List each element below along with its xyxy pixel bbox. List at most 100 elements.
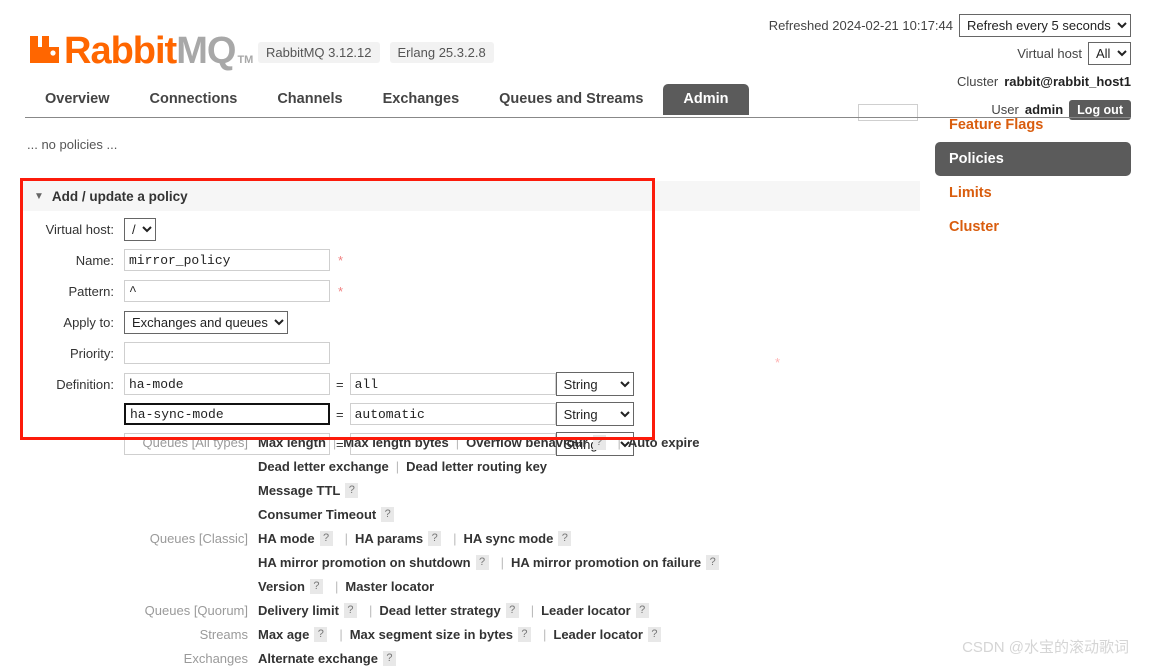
help-icon[interactable]: ? — [309, 579, 323, 594]
hint-max-length-bytes[interactable]: Max length bytes — [343, 432, 448, 453]
help-icon[interactable]: ? — [314, 627, 328, 642]
hint-items: Message TTL ? — [258, 480, 363, 501]
background-input-fragment — [858, 104, 918, 121]
definition-value-input-1[interactable] — [349, 373, 556, 395]
rabbit-logo-icon — [28, 32, 62, 66]
hint-items: Version ? | Master locator — [258, 576, 434, 597]
hint-category-streams: Streams — [199, 627, 248, 642]
hint-max-length[interactable]: Max length — [258, 432, 326, 453]
name-field-label: Name: — [75, 252, 114, 268]
policy-name-input[interactable] — [124, 249, 330, 271]
hint-message-ttl[interactable]: Message TTL — [258, 480, 340, 501]
hint-max-age[interactable]: Max age — [258, 624, 309, 645]
hint-items: Consumer Timeout ? — [258, 504, 399, 525]
help-icon[interactable]: ? — [319, 531, 333, 546]
hint-ha-params[interactable]: HA params — [355, 528, 423, 549]
brand-logo[interactable]: RabbitMQ TM — [28, 20, 253, 70]
help-icon[interactable]: ? — [558, 531, 572, 546]
hint-dead-letter-exchange[interactable]: Dead letter exchange — [258, 456, 389, 477]
definition-ghost-required-marker: * — [775, 355, 781, 370]
hint-row: Version ? | Master locator — [120, 576, 950, 597]
hint-ha-mirror-promotion-on-shutdown[interactable]: HA mirror promotion on shutdown — [258, 552, 471, 573]
vhost-select[interactable]: All — [1088, 42, 1131, 65]
refresh-row: Refreshed 2024-02-21 10:17:44 Refresh ev… — [769, 14, 1131, 37]
sidebar-item-limits[interactable]: Limits — [935, 176, 1131, 210]
hint-ha-sync-mode[interactable]: HA sync mode — [464, 528, 554, 549]
help-icon[interactable]: ? — [345, 483, 359, 498]
sidebar-item-feature-flags[interactable]: Feature Flags — [935, 108, 1131, 142]
refresh-interval-select[interactable]: Refresh every 5 seconds — [959, 14, 1131, 37]
sidebar-item-cluster[interactable]: Cluster — [935, 210, 1131, 244]
help-icon[interactable]: ? — [381, 507, 395, 522]
definition-key-input-1[interactable] — [124, 373, 330, 395]
policy-priority-input[interactable] — [124, 342, 330, 364]
vhost-row: Virtual host All — [769, 42, 1131, 65]
hint-row: Dead letter exchange | Dead letter routi… — [120, 456, 950, 477]
hint-leader-locator-quorum[interactable]: Leader locator — [541, 600, 631, 621]
help-icon[interactable]: ? — [505, 603, 519, 618]
help-icon[interactable]: ? — [647, 627, 661, 642]
tab-admin[interactable]: Admin — [663, 84, 749, 115]
name-required-marker: * — [338, 252, 344, 268]
policy-vhost-select[interactable]: / — [124, 217, 156, 241]
tab-connections[interactable]: Connections — [129, 84, 258, 115]
hint-separator: | — [395, 459, 400, 474]
hint-separator: | — [332, 435, 337, 450]
help-icon[interactable]: ? — [475, 555, 489, 570]
collapse-caret-icon[interactable]: ▼ — [34, 191, 44, 202]
hint-separator: | — [530, 603, 535, 618]
help-icon[interactable]: ? — [592, 435, 606, 450]
hint-master-locator[interactable]: Master locator — [345, 576, 434, 597]
hint-dead-letter-strategy[interactable]: Dead letter strategy — [379, 600, 500, 621]
definition-type-select-1[interactable]: String — [555, 372, 634, 396]
hint-items: HA mirror promotion on shutdown ? | HA m… — [258, 552, 724, 573]
brand-name-secondary: MQ — [176, 30, 236, 72]
definition-value-input-2[interactable] — [349, 403, 556, 425]
hint-separator: | — [368, 603, 373, 618]
help-icon[interactable]: ? — [635, 603, 649, 618]
hint-separator: | — [455, 435, 460, 450]
hint-items: HA mode ? | HA params ? | HA sync mode ? — [258, 528, 576, 549]
hint-category-queues-quorum: Queues [Quorum] — [144, 603, 248, 618]
hint-max-segment-size-in-bytes[interactable]: Max segment size in bytes — [350, 624, 513, 645]
hint-category-exchanges: Exchanges — [183, 651, 248, 666]
hint-version[interactable]: Version — [258, 576, 305, 597]
help-icon[interactable]: ? — [706, 555, 720, 570]
help-icon[interactable]: ? — [517, 627, 531, 642]
policy-pattern-input[interactable] — [124, 280, 330, 302]
no-policies-message: ... no policies ... — [27, 137, 118, 152]
help-icon[interactable]: ? — [343, 603, 357, 618]
help-icon[interactable]: ? — [382, 651, 396, 666]
hint-separator: | — [453, 531, 457, 546]
hint-separator: | — [542, 627, 547, 642]
hint-leader-locator-streams[interactable]: Leader locator — [553, 624, 643, 645]
hint-row: Queues [Quorum] Delivery limit ? | Dead … — [120, 600, 950, 621]
definition-key-input-2[interactable] — [124, 403, 330, 425]
definition-type-select-2[interactable]: String — [555, 402, 634, 426]
brand-name-primary: Rabbit — [64, 30, 177, 72]
form-row-definition-1: Definition: = String — [22, 371, 662, 397]
tab-overview[interactable]: Overview — [25, 84, 130, 115]
tab-channels[interactable]: Channels — [257, 84, 363, 115]
hint-items: Delivery limit ? | Dead letter strategy … — [258, 600, 654, 621]
hint-auto-expire[interactable]: Auto expire — [628, 432, 700, 453]
hint-row: Queues [Classic] HA mode ? | HA params ?… — [120, 528, 950, 549]
refreshed-timestamp: Refreshed 2024-02-21 10:17:44 — [768, 18, 953, 33]
tab-exchanges[interactable]: Exchanges — [362, 84, 480, 115]
hint-overflow-behaviour[interactable]: Overflow behaviour — [466, 432, 587, 453]
hint-row: Message TTL ? — [120, 480, 950, 501]
hint-consumer-timeout[interactable]: Consumer Timeout — [258, 504, 376, 525]
policy-form: Virtual host: / Name: * Pattern: * Apply… — [22, 216, 662, 461]
sidebar-item-policies[interactable]: Policies — [935, 142, 1131, 176]
hint-separator: | — [617, 435, 621, 450]
policy-apply-to-select[interactable]: Exchanges and queues — [124, 310, 288, 334]
hint-delivery-limit[interactable]: Delivery limit — [258, 600, 339, 621]
help-icon[interactable]: ? — [428, 531, 442, 546]
hint-dead-letter-routing-key[interactable]: Dead letter routing key — [406, 456, 547, 477]
tab-queues-and-streams[interactable]: Queues and Streams — [479, 84, 664, 115]
policy-definition-hints: Queues [All types] Max length | Max leng… — [120, 432, 950, 672]
hint-alternate-exchange[interactable]: Alternate exchange — [258, 648, 378, 669]
add-update-policy-header[interactable]: ▼ Add / update a policy — [22, 181, 920, 211]
hint-ha-mode[interactable]: HA mode — [258, 528, 315, 549]
hint-ha-mirror-promotion-on-failure[interactable]: HA mirror promotion on failure — [511, 552, 701, 573]
